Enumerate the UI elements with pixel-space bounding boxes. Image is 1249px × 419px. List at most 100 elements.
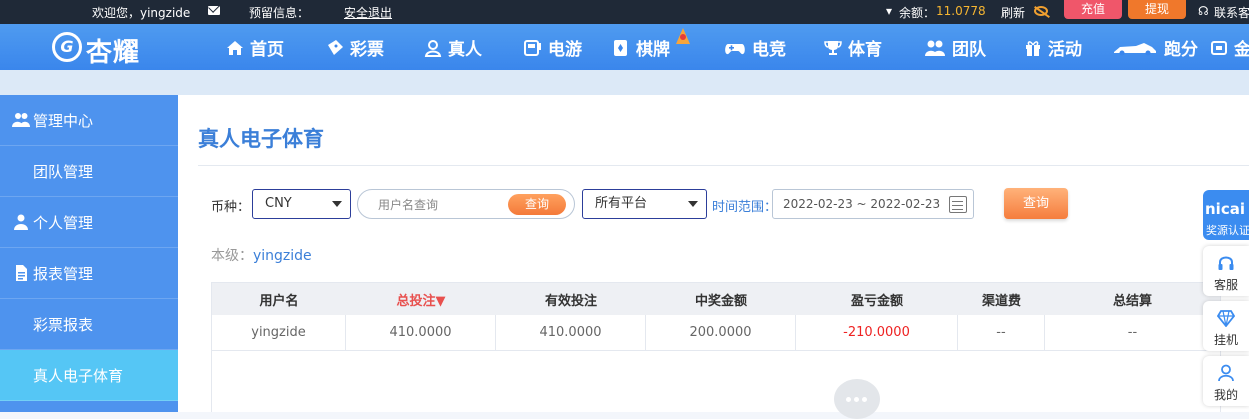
sub-header-strip bbox=[0, 70, 1249, 95]
balance-label: 余额： bbox=[899, 6, 936, 20]
recharge-button[interactable]: 充值 bbox=[1064, 0, 1122, 19]
nav-lottery-label: 彩票 bbox=[350, 40, 384, 60]
currency-select[interactable]: CNY bbox=[252, 189, 351, 219]
hide-balance-icon[interactable] bbox=[1034, 6, 1048, 16]
logo[interactable]: G 杏耀 bbox=[52, 29, 162, 68]
withdraw-button[interactable]: 提现 bbox=[1128, 0, 1186, 19]
hot-badge-icon bbox=[676, 28, 690, 44]
nav-cards[interactable]: 棋牌 bbox=[612, 35, 670, 60]
sidebar-item-management-center[interactable]: 管理中心 bbox=[0, 95, 178, 146]
cell-total-bet: 410.0000 bbox=[346, 315, 496, 350]
table-row: yingzide 410.0000 410.0000 200.0000 -210… bbox=[212, 315, 1220, 351]
dealer-icon bbox=[424, 39, 442, 57]
user-icon bbox=[1218, 364, 1234, 382]
playing-card-icon bbox=[614, 39, 627, 56]
sidebar-item-label: 报表管理 bbox=[33, 264, 94, 283]
nav-live[interactable]: 真人 bbox=[424, 35, 482, 60]
headset-icon[interactable]: ☊ bbox=[1198, 4, 1209, 18]
customer-service-label: 客服 bbox=[1213, 278, 1238, 292]
platform-select-value: 所有平台 bbox=[595, 196, 648, 211]
sidebar-item-label: 个人管理 bbox=[33, 213, 94, 232]
nicai-badge[interactable]: nicai 奖源认证 bbox=[1203, 190, 1249, 240]
nav-cards-label: 棋牌 bbox=[636, 40, 670, 60]
currency-label: 币种： bbox=[211, 200, 251, 215]
nav-lottery[interactable]: 彩票 bbox=[326, 35, 384, 60]
nav-esports-label: 电竞 bbox=[752, 40, 786, 60]
home-icon bbox=[227, 40, 243, 55]
refresh-link[interactable]: 刷新 bbox=[1001, 4, 1025, 21]
nicai-certification: 奖源认证 bbox=[1206, 224, 1249, 237]
search-button[interactable]: 查询 bbox=[1004, 188, 1068, 219]
gift-icon bbox=[1026, 40, 1040, 56]
nav-promotions-label: 活动 bbox=[1048, 40, 1082, 60]
nav-slots[interactable]: 电游 bbox=[524, 35, 582, 60]
nav-more[interactable]: 金 bbox=[1210, 35, 1249, 60]
right-float-panel: nicai 奖源认证 客服 挂机 我的 bbox=[1203, 190, 1249, 412]
calendar-icon[interactable] bbox=[949, 196, 967, 213]
nav-esports[interactable]: 电竞 bbox=[724, 35, 786, 60]
hang-up-button[interactable]: 挂机 bbox=[1203, 301, 1249, 351]
nicai-brand: nicai bbox=[1205, 200, 1245, 218]
user-icon bbox=[14, 214, 28, 230]
sidebar-item-live-electronic-sports[interactable]: 真人电子体育 bbox=[0, 350, 178, 401]
nav-live-label: 真人 bbox=[448, 40, 482, 60]
mail-icon[interactable] bbox=[208, 6, 220, 15]
balance-value: 11.0778 bbox=[936, 4, 986, 18]
nav-team[interactable]: 团队 bbox=[924, 35, 986, 60]
chevron-down-icon bbox=[688, 201, 698, 207]
contact-link[interactable]: 联系客 bbox=[1214, 4, 1249, 21]
chevron-down-icon bbox=[332, 201, 342, 207]
level-user-link[interactable]: yingzide bbox=[253, 248, 312, 264]
nav-running-points[interactable]: 跑分 bbox=[1112, 35, 1198, 60]
reserved-info-label: 预留信息： bbox=[249, 6, 310, 20]
table-empty-area bbox=[211, 350, 1221, 412]
col-prize-amount: 中奖金额 bbox=[694, 293, 747, 309]
report-icon bbox=[16, 265, 27, 281]
cell-total-settlement: -- bbox=[1127, 325, 1138, 340]
logout-link[interactable]: 安全退出 bbox=[344, 4, 392, 21]
chevron-down-icon[interactable]: ▾ bbox=[886, 4, 892, 18]
sidebar-item-label: 彩票报表 bbox=[33, 315, 94, 334]
col-username: 用户名 bbox=[259, 293, 299, 309]
nav-slots-label: 电游 bbox=[548, 40, 582, 60]
cell-channel-fee: -- bbox=[958, 315, 1045, 350]
gamepad-icon bbox=[725, 43, 745, 54]
nav-sports[interactable]: 体育 bbox=[824, 35, 882, 60]
race-car-icon bbox=[1114, 42, 1156, 55]
nav-running-points-label: 跑分 bbox=[1164, 40, 1198, 60]
cell-prize-amount: 200.0000 bbox=[646, 315, 796, 350]
table-header: 用户名 总投注▼ 有效投注 中奖金额 盈亏金额 渠道费 总结算 bbox=[212, 283, 1220, 315]
logo-mark-icon: G bbox=[52, 32, 82, 62]
sidebar-item-personal-management[interactable]: 个人管理 bbox=[0, 197, 178, 248]
top-bar: 欢迎您，yingzide 预留信息： 安全退出 ▾ 余额： 11.0778 刷新… bbox=[0, 0, 1249, 24]
diamond-icon bbox=[1217, 310, 1235, 327]
my-account-label: 我的 bbox=[1213, 388, 1238, 402]
nav-promotions[interactable]: 活动 bbox=[1024, 35, 1082, 60]
sidebar-item-lottery-report[interactable]: 彩票报表 bbox=[0, 299, 178, 350]
username-input[interactable]: 用户名查询 bbox=[378, 196, 438, 213]
my-account-button[interactable]: 我的 bbox=[1203, 356, 1249, 406]
report-table: 用户名 总投注▼ 有效投注 中奖金额 盈亏金额 渠道费 总结算 yingzide… bbox=[211, 282, 1221, 351]
sidebar-item-label: 真人电子体育 bbox=[33, 366, 124, 385]
main-nav: G 杏耀 首页 彩票 真人 电游 棋牌 电竞 体育 团队 活动 跑分 金 bbox=[0, 24, 1249, 70]
username-search-button[interactable]: 查询 bbox=[508, 194, 566, 215]
nav-team-label: 团队 bbox=[952, 40, 986, 60]
team-icon bbox=[925, 40, 945, 56]
current-level: 本级：yingzide bbox=[211, 245, 312, 265]
nav-more-label: 金 bbox=[1234, 40, 1249, 60]
col-total-settlement: 总结算 bbox=[1112, 293, 1152, 309]
username-search-box[interactable]: 用户名查询 查询 bbox=[357, 189, 575, 219]
sidebar-item-report-management[interactable]: 报表管理 bbox=[0, 248, 178, 299]
time-range-label: 时间范围： bbox=[712, 200, 778, 215]
customer-service-button[interactable]: 客服 bbox=[1203, 246, 1249, 296]
sidebar-item-label: 团队管理 bbox=[33, 162, 94, 181]
nav-home[interactable]: 首页 bbox=[226, 35, 284, 60]
col-total-bet-sort[interactable]: 总投注▼ bbox=[346, 283, 496, 315]
headset-icon bbox=[1218, 256, 1234, 270]
platform-select[interactable]: 所有平台 bbox=[582, 189, 707, 219]
title-divider bbox=[198, 165, 1249, 166]
date-range-input[interactable]: 2022-02-23 ~ 2022-02-23 bbox=[772, 189, 974, 219]
page-title: 真人电子体育 bbox=[198, 127, 324, 151]
sidebar-item-team-management[interactable]: 团队管理 bbox=[0, 146, 178, 197]
welcome-text: 欢迎您，yingzide bbox=[92, 6, 191, 20]
